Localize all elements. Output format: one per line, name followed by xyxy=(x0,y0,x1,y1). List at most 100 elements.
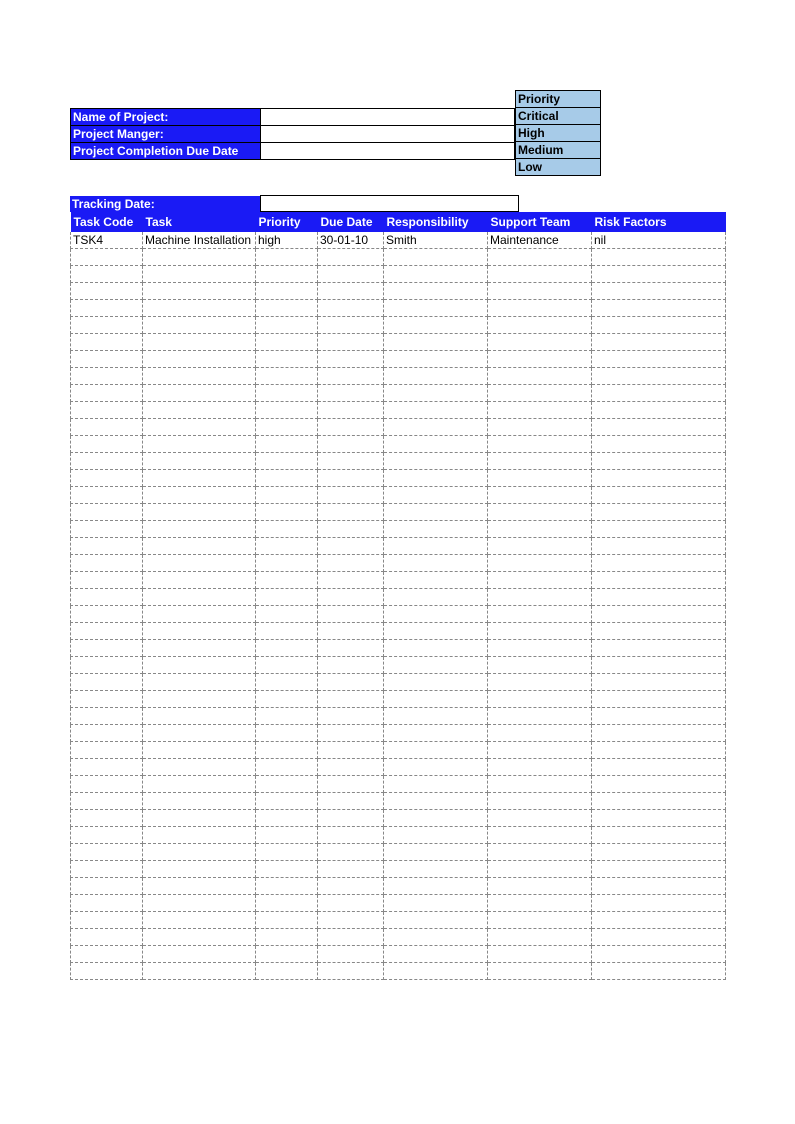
table-row-empty[interactable] xyxy=(71,810,726,827)
cell-empty[interactable] xyxy=(488,674,592,691)
cell-empty[interactable] xyxy=(488,266,592,283)
cell-empty[interactable] xyxy=(71,878,143,895)
cell-empty[interactable] xyxy=(592,742,726,759)
cell-empty[interactable] xyxy=(143,623,256,640)
cell-empty[interactable] xyxy=(318,793,384,810)
cell-empty[interactable] xyxy=(318,810,384,827)
table-row-empty[interactable] xyxy=(71,946,726,963)
cell-empty[interactable] xyxy=(71,555,143,572)
table-row-empty[interactable] xyxy=(71,487,726,504)
cell-empty[interactable] xyxy=(592,538,726,555)
cell-empty[interactable] xyxy=(318,521,384,538)
table-row-empty[interactable] xyxy=(71,555,726,572)
cell-empty[interactable] xyxy=(488,436,592,453)
cell-empty[interactable] xyxy=(592,351,726,368)
cell-empty[interactable] xyxy=(143,708,256,725)
table-row-empty[interactable] xyxy=(71,691,726,708)
cell-empty[interactable] xyxy=(592,810,726,827)
cell-empty[interactable] xyxy=(71,538,143,555)
cell-empty[interactable] xyxy=(384,351,488,368)
cell-empty[interactable] xyxy=(256,776,318,793)
table-row-empty[interactable] xyxy=(71,640,726,657)
cell-empty[interactable] xyxy=(592,725,726,742)
cell-empty[interactable] xyxy=(71,589,143,606)
cell-empty[interactable] xyxy=(318,402,384,419)
cell-empty[interactable] xyxy=(143,606,256,623)
cell-empty[interactable] xyxy=(143,912,256,929)
cell-empty[interactable] xyxy=(318,895,384,912)
table-row-empty[interactable] xyxy=(71,300,726,317)
cell-empty[interactable] xyxy=(318,572,384,589)
cell-empty[interactable] xyxy=(256,334,318,351)
cell-empty[interactable] xyxy=(318,436,384,453)
cell-empty[interactable] xyxy=(71,742,143,759)
cell-empty[interactable] xyxy=(256,419,318,436)
cell-empty[interactable] xyxy=(592,589,726,606)
table-row-empty[interactable] xyxy=(71,793,726,810)
cell-empty[interactable] xyxy=(318,963,384,980)
cell-empty[interactable] xyxy=(384,895,488,912)
table-row-empty[interactable] xyxy=(71,606,726,623)
cell-empty[interactable] xyxy=(143,470,256,487)
cell-empty[interactable] xyxy=(384,776,488,793)
cell-empty[interactable] xyxy=(318,912,384,929)
table-row-empty[interactable] xyxy=(71,742,726,759)
table-row-empty[interactable] xyxy=(71,470,726,487)
cell-empty[interactable] xyxy=(488,640,592,657)
cell-empty[interactable] xyxy=(384,946,488,963)
cell-empty[interactable] xyxy=(256,623,318,640)
cell-empty[interactable] xyxy=(592,453,726,470)
cell-empty[interactable] xyxy=(488,810,592,827)
cell-empty[interactable] xyxy=(143,810,256,827)
cell-empty[interactable] xyxy=(384,623,488,640)
cell-empty[interactable] xyxy=(256,691,318,708)
cell-empty[interactable] xyxy=(592,572,726,589)
cell-empty[interactable] xyxy=(318,538,384,555)
cell-empty[interactable] xyxy=(318,708,384,725)
cell-empty[interactable] xyxy=(488,300,592,317)
cell-empty[interactable] xyxy=(256,674,318,691)
cell-empty[interactable] xyxy=(71,946,143,963)
cell-empty[interactable] xyxy=(592,640,726,657)
cell-empty[interactable] xyxy=(318,300,384,317)
cell-empty[interactable] xyxy=(384,827,488,844)
cell-empty[interactable] xyxy=(592,419,726,436)
cell-empty[interactable] xyxy=(143,317,256,334)
cell-empty[interactable] xyxy=(488,742,592,759)
cell-empty[interactable] xyxy=(488,946,592,963)
cell-empty[interactable] xyxy=(71,283,143,300)
table-row-empty[interactable] xyxy=(71,963,726,980)
cell-empty[interactable] xyxy=(488,708,592,725)
cell-empty[interactable] xyxy=(488,912,592,929)
cell-empty[interactable] xyxy=(71,521,143,538)
cell-empty[interactable] xyxy=(592,878,726,895)
cell-empty[interactable] xyxy=(384,929,488,946)
cell-due-date[interactable]: 30-01-10 xyxy=(318,232,384,249)
cell-empty[interactable] xyxy=(318,759,384,776)
cell-empty[interactable] xyxy=(384,963,488,980)
cell-empty[interactable] xyxy=(256,283,318,300)
cell-empty[interactable] xyxy=(143,300,256,317)
cell-empty[interactable] xyxy=(592,317,726,334)
cell-empty[interactable] xyxy=(384,283,488,300)
cell-empty[interactable] xyxy=(318,453,384,470)
cell-empty[interactable] xyxy=(384,674,488,691)
cell-empty[interactable] xyxy=(71,436,143,453)
cell-empty[interactable] xyxy=(71,572,143,589)
cell-empty[interactable] xyxy=(592,963,726,980)
cell-empty[interactable] xyxy=(384,453,488,470)
cell-empty[interactable] xyxy=(318,317,384,334)
cell-empty[interactable] xyxy=(256,759,318,776)
cell-empty[interactable] xyxy=(488,963,592,980)
table-row-empty[interactable] xyxy=(71,827,726,844)
cell-empty[interactable] xyxy=(318,640,384,657)
cell-empty[interactable] xyxy=(256,929,318,946)
cell-empty[interactable] xyxy=(488,657,592,674)
cell-empty[interactable] xyxy=(592,555,726,572)
cell-empty[interactable] xyxy=(71,895,143,912)
cell-empty[interactable] xyxy=(256,606,318,623)
cell-empty[interactable] xyxy=(384,657,488,674)
cell-empty[interactable] xyxy=(488,691,592,708)
table-row-empty[interactable] xyxy=(71,844,726,861)
cell-empty[interactable] xyxy=(384,402,488,419)
